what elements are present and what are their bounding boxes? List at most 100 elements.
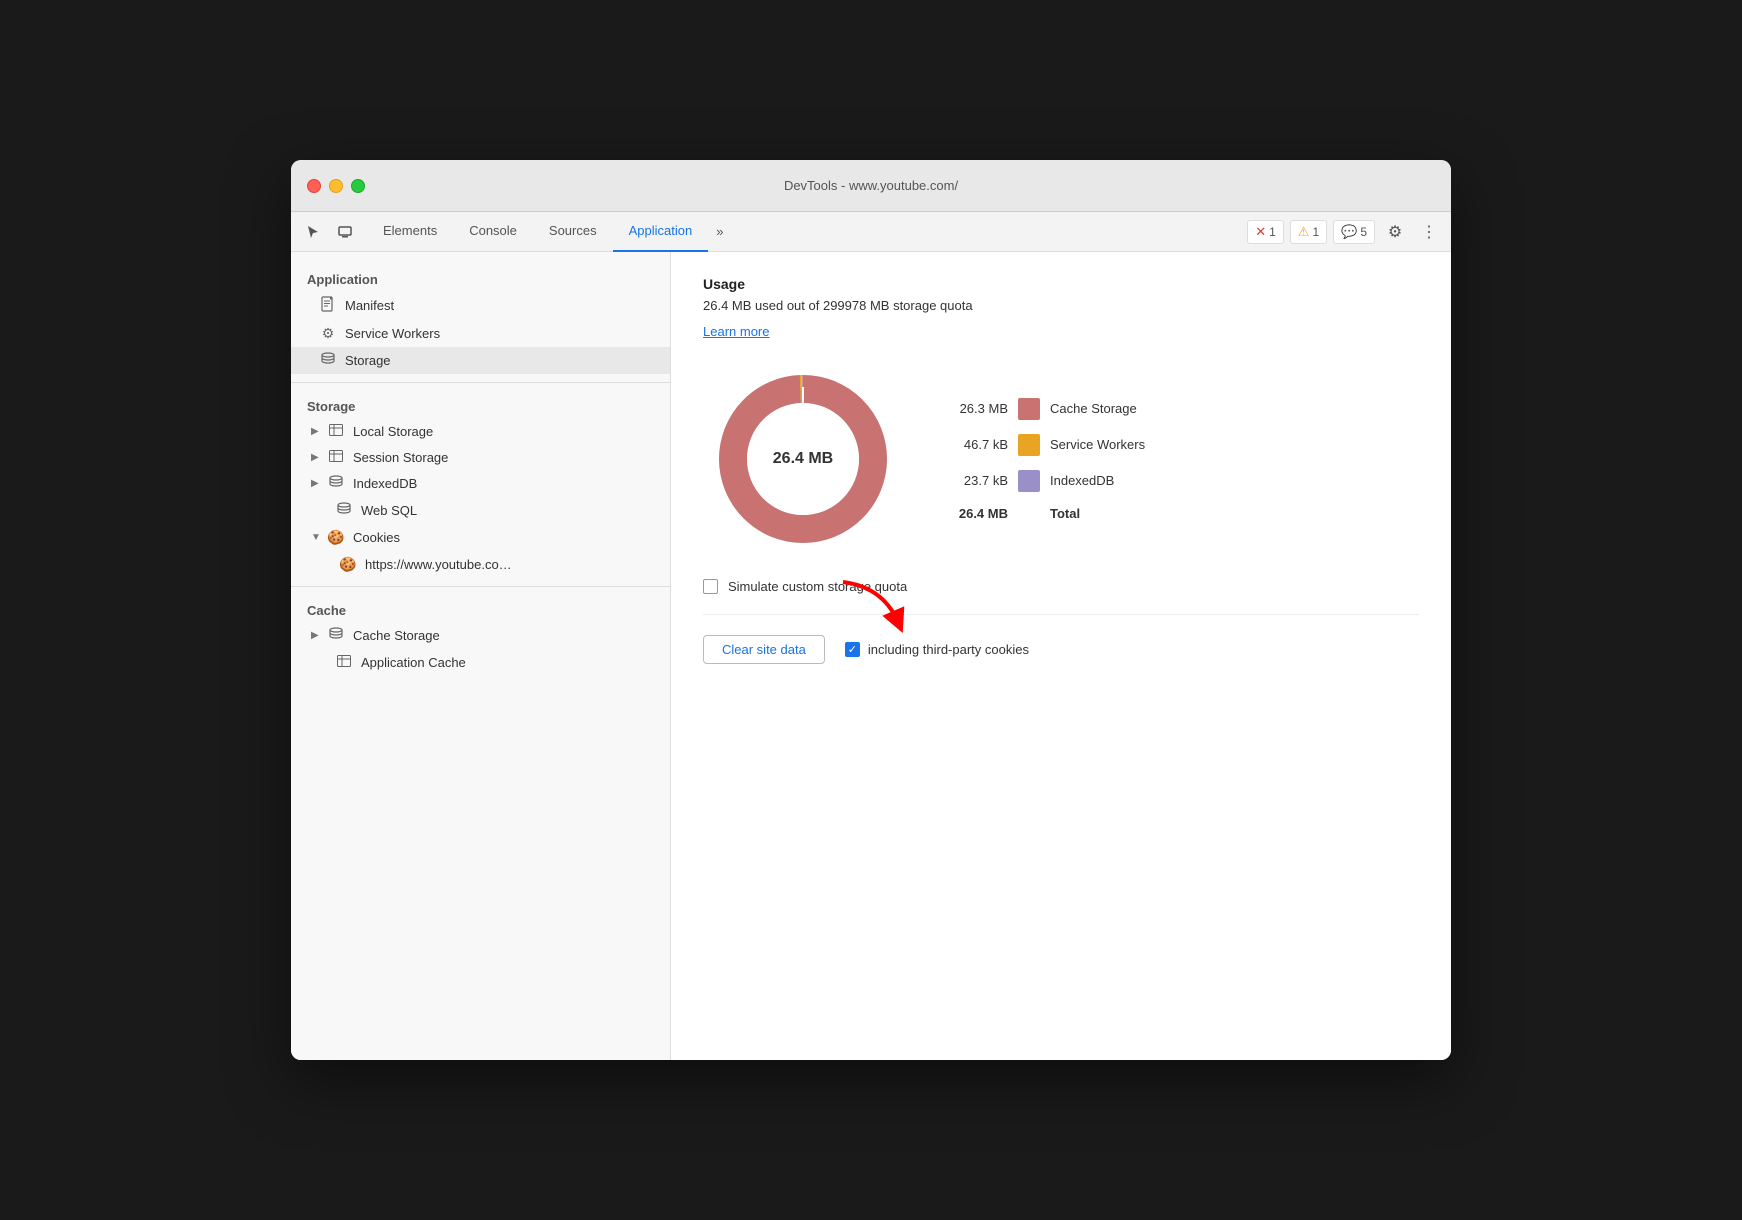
maximize-button[interactable] [351,179,365,193]
idb-value: 23.7 kB [943,473,1008,488]
usage-text: 26.4 MB used out of 299978 MB storage qu… [703,298,1419,313]
session-storage-label: Session Storage [353,450,448,465]
expand-arrow-indexeddb[interactable]: ▶ [311,478,323,489]
warning-badge[interactable]: ⚠ 1 [1290,220,1327,244]
divider-2 [291,586,670,587]
total-label: Total [1050,506,1080,521]
total-value: 26.4 MB [943,506,1008,521]
tab-overflow[interactable]: » [708,212,731,252]
manifest-label: Manifest [345,298,394,313]
donut-label: 26.4 MB [773,450,833,468]
toolbar-icons [299,218,359,246]
local-storage-label: Local Storage [353,424,433,439]
tab-sources[interactable]: Sources [533,212,613,252]
sidebar-item-cookies-youtube[interactable]: 🍪 https://www.youtube.co… [291,551,670,578]
sidebar-item-manifest[interactable]: Manifest [291,291,670,320]
sw-color [1018,434,1040,456]
idb-color [1018,470,1040,492]
sidebar-item-cache-storage[interactable]: ▶ Cache Storage [291,622,670,649]
sw-value: 46.7 kB [943,437,1008,452]
storage-label: Storage [345,353,391,368]
clear-site-data-button[interactable]: Clear site data [703,635,825,664]
storage-icon [319,352,337,369]
main-content: Application Manifest [291,252,1451,1060]
sidebar-item-session-storage[interactable]: ▶ Session Storage [291,444,670,470]
cookies-youtube-icon: 🍪 [339,556,357,573]
third-party-row: ✓ including third-party cookies [845,642,1029,657]
message-badge[interactable]: 💬 5 [1333,220,1375,244]
web-sql-label: Web SQL [361,503,417,518]
legend-row-sw: 46.7 kB Service Workers [943,434,1145,456]
idb-name: IndexedDB [1050,473,1114,488]
sidebar-section-storage: Storage [291,391,670,418]
expand-arrow-session-storage[interactable]: ▶ [311,452,323,463]
service-workers-label: Service Workers [345,326,440,341]
traffic-lights [307,179,365,193]
tab-elements[interactable]: Elements [367,212,453,252]
titlebar: DevTools - www.youtube.com/ [291,160,1451,212]
donut-chart: 26.4 MB [703,359,903,559]
legend-row-cache: 26.3 MB Cache Storage [943,398,1145,420]
settings-icon[interactable]: ⚙ [1381,218,1409,246]
legend-total-row: 26.4 MB Total [943,506,1145,521]
simulate-row: Simulate custom storage quota [703,579,1419,594]
third-party-label: including third-party cookies [868,642,1029,657]
usage-section: Usage 26.4 MB used out of 299978 MB stor… [703,276,1419,615]
sidebar-item-app-cache[interactable]: Application Cache [291,649,670,675]
close-button[interactable] [307,179,321,193]
local-storage-icon [327,423,345,439]
chart-area: 26.4 MB 26.3 MB Cache Storage 46.7 kB [703,359,1419,559]
sidebar-item-web-sql[interactable]: Web SQL [291,497,670,524]
toolbar: Elements Console Sources Application » ✕… [291,212,1451,252]
expand-arrow-local-storage[interactable]: ▶ [311,426,323,437]
expand-arrow-cookies[interactable]: ▼ [311,532,323,543]
sidebar: Application Manifest [291,252,671,1060]
sidebar-item-indexeddb[interactable]: ▶ IndexedDB [291,470,670,497]
tab-application[interactable]: Application [613,212,709,252]
cache-storage-value: 26.3 MB [943,401,1008,416]
devtools-window: DevTools - www.youtube.com/ [291,160,1451,1060]
window-title: DevTools - www.youtube.com/ [784,178,958,193]
cache-storage-label: Cache Storage [353,628,440,643]
sidebar-item-service-workers[interactable]: ⚙ Service Workers [291,320,670,347]
simulate-checkbox[interactable] [703,579,718,594]
cookies-youtube-label: https://www.youtube.co… [365,557,512,572]
bottom-section: Clear site data ✓ including third-party … [703,615,1419,664]
devtools-container: Elements Console Sources Application » ✕… [291,212,1451,1060]
cursor-icon[interactable] [299,218,327,246]
cache-storage-icon [327,627,345,644]
manifest-icon [319,296,337,315]
expand-arrow-cache-storage[interactable]: ▶ [311,630,323,641]
service-workers-icon: ⚙ [319,325,337,342]
red-arrow-svg [833,577,913,637]
web-sql-icon [335,502,353,519]
sidebar-item-local-storage[interactable]: ▶ Local Storage [291,418,670,444]
red-arrow-annotation [833,577,913,642]
error-badge[interactable]: ✕ 1 [1247,220,1284,244]
sidebar-section-cache: Cache [291,595,670,622]
app-cache-icon [335,654,353,670]
legend-row-idb: 23.7 kB IndexedDB [943,470,1145,492]
minimize-button[interactable] [329,179,343,193]
warning-icon: ⚠ [1298,224,1310,240]
cookies-icon: 🍪 [327,529,345,546]
tab-console[interactable]: Console [453,212,533,252]
session-storage-icon [327,449,345,465]
main-panel: Usage 26.4 MB used out of 299978 MB stor… [671,252,1451,1060]
third-party-checkbox[interactable]: ✓ [845,642,860,657]
indexeddb-icon [327,475,345,492]
sidebar-item-cookies[interactable]: ▼ 🍪 Cookies [291,524,670,551]
legend: 26.3 MB Cache Storage 46.7 kB Service Wo… [943,398,1145,521]
device-icon[interactable] [331,218,359,246]
cache-storage-color [1018,398,1040,420]
more-options-icon[interactable]: ⋮ [1415,218,1443,246]
learn-more-link[interactable]: Learn more [703,324,769,339]
indexeddb-label: IndexedDB [353,476,417,491]
cookies-label: Cookies [353,530,400,545]
usage-title: Usage [703,276,1419,292]
error-icon: ✕ [1255,224,1266,240]
cache-storage-name: Cache Storage [1050,401,1137,416]
tab-list: Elements Console Sources Application » [367,212,1247,252]
chat-icon: 💬 [1341,224,1357,240]
sidebar-item-storage[interactable]: Storage [291,347,670,374]
